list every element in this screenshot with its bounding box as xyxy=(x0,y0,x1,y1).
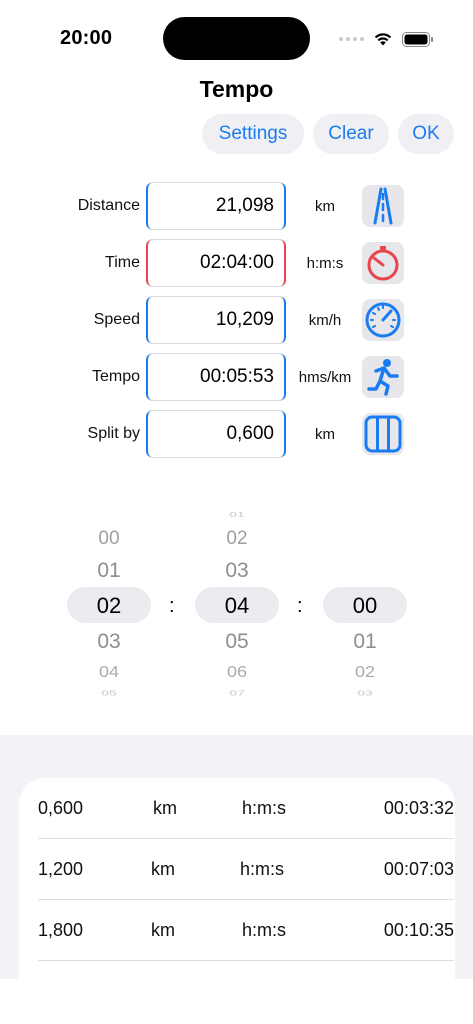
picker-value: 03 xyxy=(225,559,249,582)
picker-value: 03 xyxy=(357,688,373,698)
row-divider xyxy=(38,960,454,961)
split-unit: km xyxy=(151,920,175,940)
picker-value: 05 xyxy=(101,688,117,698)
picker-value: 07 xyxy=(229,688,245,698)
seconds-selected: 00 xyxy=(352,593,378,618)
hours-selected: 02 xyxy=(96,593,122,618)
picker-separator: : xyxy=(297,595,303,617)
picker-separator: : xyxy=(169,595,175,617)
picker-value: 02 xyxy=(226,528,248,549)
split-time: 00:03:32 xyxy=(383,798,454,818)
picker-value: 06 xyxy=(226,663,248,681)
picker-value: 01 xyxy=(97,559,121,582)
split-format: h:m:s xyxy=(242,920,287,940)
picker-value: 01 xyxy=(353,630,377,653)
split-distance: 1,800 xyxy=(38,920,84,940)
split-distance: 1,200 xyxy=(38,859,84,879)
picker-value: 03 xyxy=(97,630,121,653)
table-row[interactable]: 0,600 km h:m:s 00:03:32 xyxy=(38,778,454,839)
split-format: h:m:s xyxy=(242,798,287,818)
picker-value: 00 xyxy=(98,528,120,549)
minutes-selected: 04 xyxy=(224,593,250,618)
split-distance: 0,600 xyxy=(38,798,84,818)
picker-value: 02 xyxy=(354,663,376,681)
splits-card[interactable]: 0,600 km h:m:s 00:03:32 1,200 km h:m:s 0… xyxy=(19,778,455,980)
table-row[interactable]: 1,200 km h:m:s 00:07:03 xyxy=(38,839,454,900)
split-format: h:m:s xyxy=(240,859,285,879)
split-unit: km xyxy=(151,859,175,879)
picker-value: 01 xyxy=(229,509,245,519)
picker-value: 05 xyxy=(225,630,249,653)
split-time: 00:07:03 xyxy=(383,859,454,879)
picker-value: 04 xyxy=(98,663,120,681)
split-time: 00:10:35 xyxy=(383,920,454,940)
split-unit: km xyxy=(153,798,177,818)
table-row[interactable]: 1,800 km h:m:s 00:10:35 xyxy=(38,900,454,961)
